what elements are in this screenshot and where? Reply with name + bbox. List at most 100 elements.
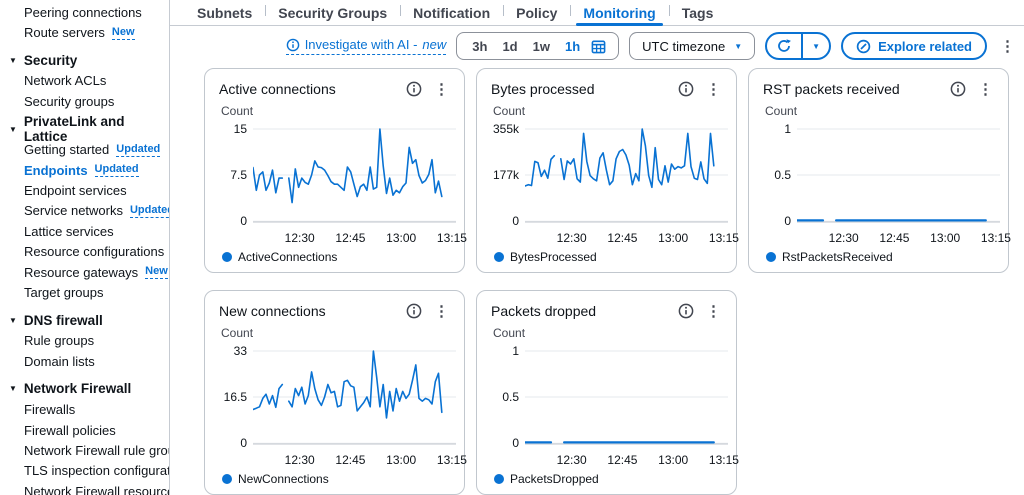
sidebar-item-label: Network Firewall rule groups xyxy=(24,443,170,458)
sidebar-item-11[interactable]: Resource configurationsNew xyxy=(0,242,169,262)
chart-title: Packets dropped xyxy=(491,303,596,319)
y-axis-tick-label: 16.5 xyxy=(219,390,247,404)
chart-plot-area: 355k177k0 xyxy=(491,119,724,230)
x-axis-tick-label: 12:30 xyxy=(824,231,864,245)
tab-policy[interactable]: Policy xyxy=(503,0,570,25)
info-icon xyxy=(678,303,694,319)
refresh-button[interactable] xyxy=(767,34,801,58)
sidebar-item-badge[interactable]: Updated xyxy=(95,163,139,177)
chart-title: Active connections xyxy=(219,81,336,97)
chart-kebab-menu-icon[interactable]: ⋮ xyxy=(431,80,452,98)
tab-subnets[interactable]: Subnets xyxy=(184,0,265,25)
sidebar-item-label: Security groups xyxy=(24,94,114,109)
chart-canvas[interactable] xyxy=(253,119,456,233)
custom-range-calendar-button[interactable] xyxy=(588,39,610,54)
range-3h-button[interactable]: 3h xyxy=(465,39,494,54)
toolbar-kebab-menu-icon[interactable]: ⋮ xyxy=(997,37,1018,55)
tab-tags[interactable]: Tags xyxy=(669,0,727,25)
y-axis-tick-label: 0 xyxy=(219,436,247,450)
collapse-caret-icon: ▼ xyxy=(9,384,17,393)
sidebar-item-7[interactable]: Endpoints Updated xyxy=(0,160,169,180)
chart-canvas[interactable] xyxy=(253,341,456,455)
tab-notification[interactable]: Notification xyxy=(400,0,503,25)
investigate-with-ai-link[interactable]: Investigate with AI - new xyxy=(286,37,447,55)
sidebar-item-label: Domain lists xyxy=(24,354,95,369)
tab-security-groups[interactable]: Security Groups xyxy=(265,0,400,25)
sidebar-item-label: Endpoints xyxy=(24,163,88,178)
sidebar-item-label: Peering connections xyxy=(24,5,142,20)
sidebar-item-15[interactable]: Rule groups xyxy=(0,331,169,351)
sidebar-item-0[interactable]: Peering connections xyxy=(0,2,169,22)
sidebar-item-badge[interactable]: New xyxy=(112,26,135,40)
explore-related-button[interactable]: Explore related xyxy=(841,32,987,60)
sidebar-section-5[interactable]: ▼PrivateLink and Lattice xyxy=(0,119,169,140)
chart-title: Bytes processed xyxy=(491,81,595,97)
legend-label: RstPacketsReceived xyxy=(782,250,893,264)
sidebar-item-label: Lattice services xyxy=(24,224,114,239)
chart-card-header: Packets dropped ⋮ xyxy=(491,302,724,320)
sidebar-item-21[interactable]: TLS inspection configurations xyxy=(0,461,169,481)
range-1d-button[interactable]: 1d xyxy=(495,39,524,54)
range-1w-button[interactable]: 1w xyxy=(526,39,557,54)
x-axis-labels: 12:3012:4513:0013:15 xyxy=(253,230,452,245)
sidebar-section-2[interactable]: ▼Security xyxy=(0,50,169,71)
sidebar-item-6[interactable]: Getting startedUpdated xyxy=(0,140,169,160)
chart-info-button[interactable] xyxy=(406,81,422,97)
charts-grid: Active connections⋮Count157.5012:3012:45… xyxy=(170,66,1024,495)
y-axis-tick-label: 0 xyxy=(763,214,791,228)
collapse-caret-icon: ▼ xyxy=(9,56,17,65)
range-1h-button[interactable]: 1h xyxy=(558,39,587,54)
chart-kebab-menu-icon[interactable]: ⋮ xyxy=(703,302,724,320)
sidebar-item-13[interactable]: Target groups xyxy=(0,282,169,302)
chart-header-icons: ⋮ xyxy=(406,302,452,320)
sidebar-item-22[interactable]: Network Firewall resource xyxy=(0,481,169,495)
y-axis-tick-label: 177k xyxy=(491,168,519,182)
x-axis-tick-label: 12:45 xyxy=(602,453,642,467)
chart-kebab-menu-icon[interactable]: ⋮ xyxy=(703,80,724,98)
y-axis-tick-label: 7.5 xyxy=(219,168,247,182)
chart-info-button[interactable] xyxy=(678,81,694,97)
chart-canvas[interactable] xyxy=(525,341,728,455)
sidebar-item-10[interactable]: Lattice services xyxy=(0,221,169,241)
sidebar-item-8[interactable]: Endpoint services xyxy=(0,180,169,200)
sidebar-section-label: DNS firewall xyxy=(24,313,103,328)
sidebar-item-1[interactable]: Route serversNew xyxy=(0,22,169,42)
chart-info-button[interactable] xyxy=(678,303,694,319)
chart-canvas[interactable] xyxy=(797,119,1000,233)
sidebar-item-3[interactable]: Network ACLs xyxy=(0,71,169,91)
chart-title: New connections xyxy=(219,303,326,319)
refresh-options-button[interactable]: ▼ xyxy=(801,34,829,58)
sidebar-section-17[interactable]: ▼Network Firewall xyxy=(0,378,169,399)
chart-info-button[interactable] xyxy=(950,81,966,97)
chart-legend: NewConnections xyxy=(222,472,452,486)
sidebar-item-9[interactable]: Service networksUpdated xyxy=(0,201,169,221)
sidebar-item-20[interactable]: Network Firewall rule groups xyxy=(0,440,169,460)
chart-kebab-menu-icon[interactable]: ⋮ xyxy=(975,80,996,98)
y-axis-tick-label: 0.5 xyxy=(491,390,519,404)
sidebar-item-badge[interactable]: New xyxy=(145,265,168,279)
y-axis-tick-label: 33 xyxy=(219,344,247,358)
sidebar-item-badge[interactable]: Updated xyxy=(130,204,170,218)
x-axis-tick-label: 12:45 xyxy=(330,453,370,467)
chart-card-header: Bytes processed ⋮ xyxy=(491,80,724,98)
sidebar-item-badge[interactable]: Updated xyxy=(116,143,160,157)
navigation-sidebar: Peering connectionsRoute serversNew▼Secu… xyxy=(0,0,170,495)
timezone-dropdown[interactable]: UTC timezone ▼ xyxy=(629,32,755,60)
chart-kebab-menu-icon[interactable]: ⋮ xyxy=(431,302,452,320)
chart-canvas[interactable] xyxy=(525,119,728,233)
sidebar-section-14[interactable]: ▼DNS firewall xyxy=(0,310,169,331)
sidebar-item-16[interactable]: Domain lists xyxy=(0,351,169,371)
sidebar-item-18[interactable]: Firewalls xyxy=(0,399,169,419)
x-axis-tick-label: 13:15 xyxy=(432,231,472,245)
sidebar-item-12[interactable]: Resource gatewaysNew xyxy=(0,262,169,282)
chart-card-header: Active connections ⋮ xyxy=(219,80,452,98)
x-axis-labels: 12:3012:4513:0013:15 xyxy=(525,230,724,245)
tab-monitoring[interactable]: Monitoring xyxy=(570,0,668,25)
explore-related-label: Explore related xyxy=(878,39,972,54)
sidebar-item-19[interactable]: Firewall policies xyxy=(0,420,169,440)
chart-card-header: RST packets received⋮ xyxy=(763,80,996,98)
legend-label: NewConnections xyxy=(238,472,329,486)
chart-info-button[interactable] xyxy=(406,303,422,319)
sidebar-item-4[interactable]: Security groups xyxy=(0,91,169,111)
chart-header-icons: ⋮ xyxy=(950,80,996,98)
